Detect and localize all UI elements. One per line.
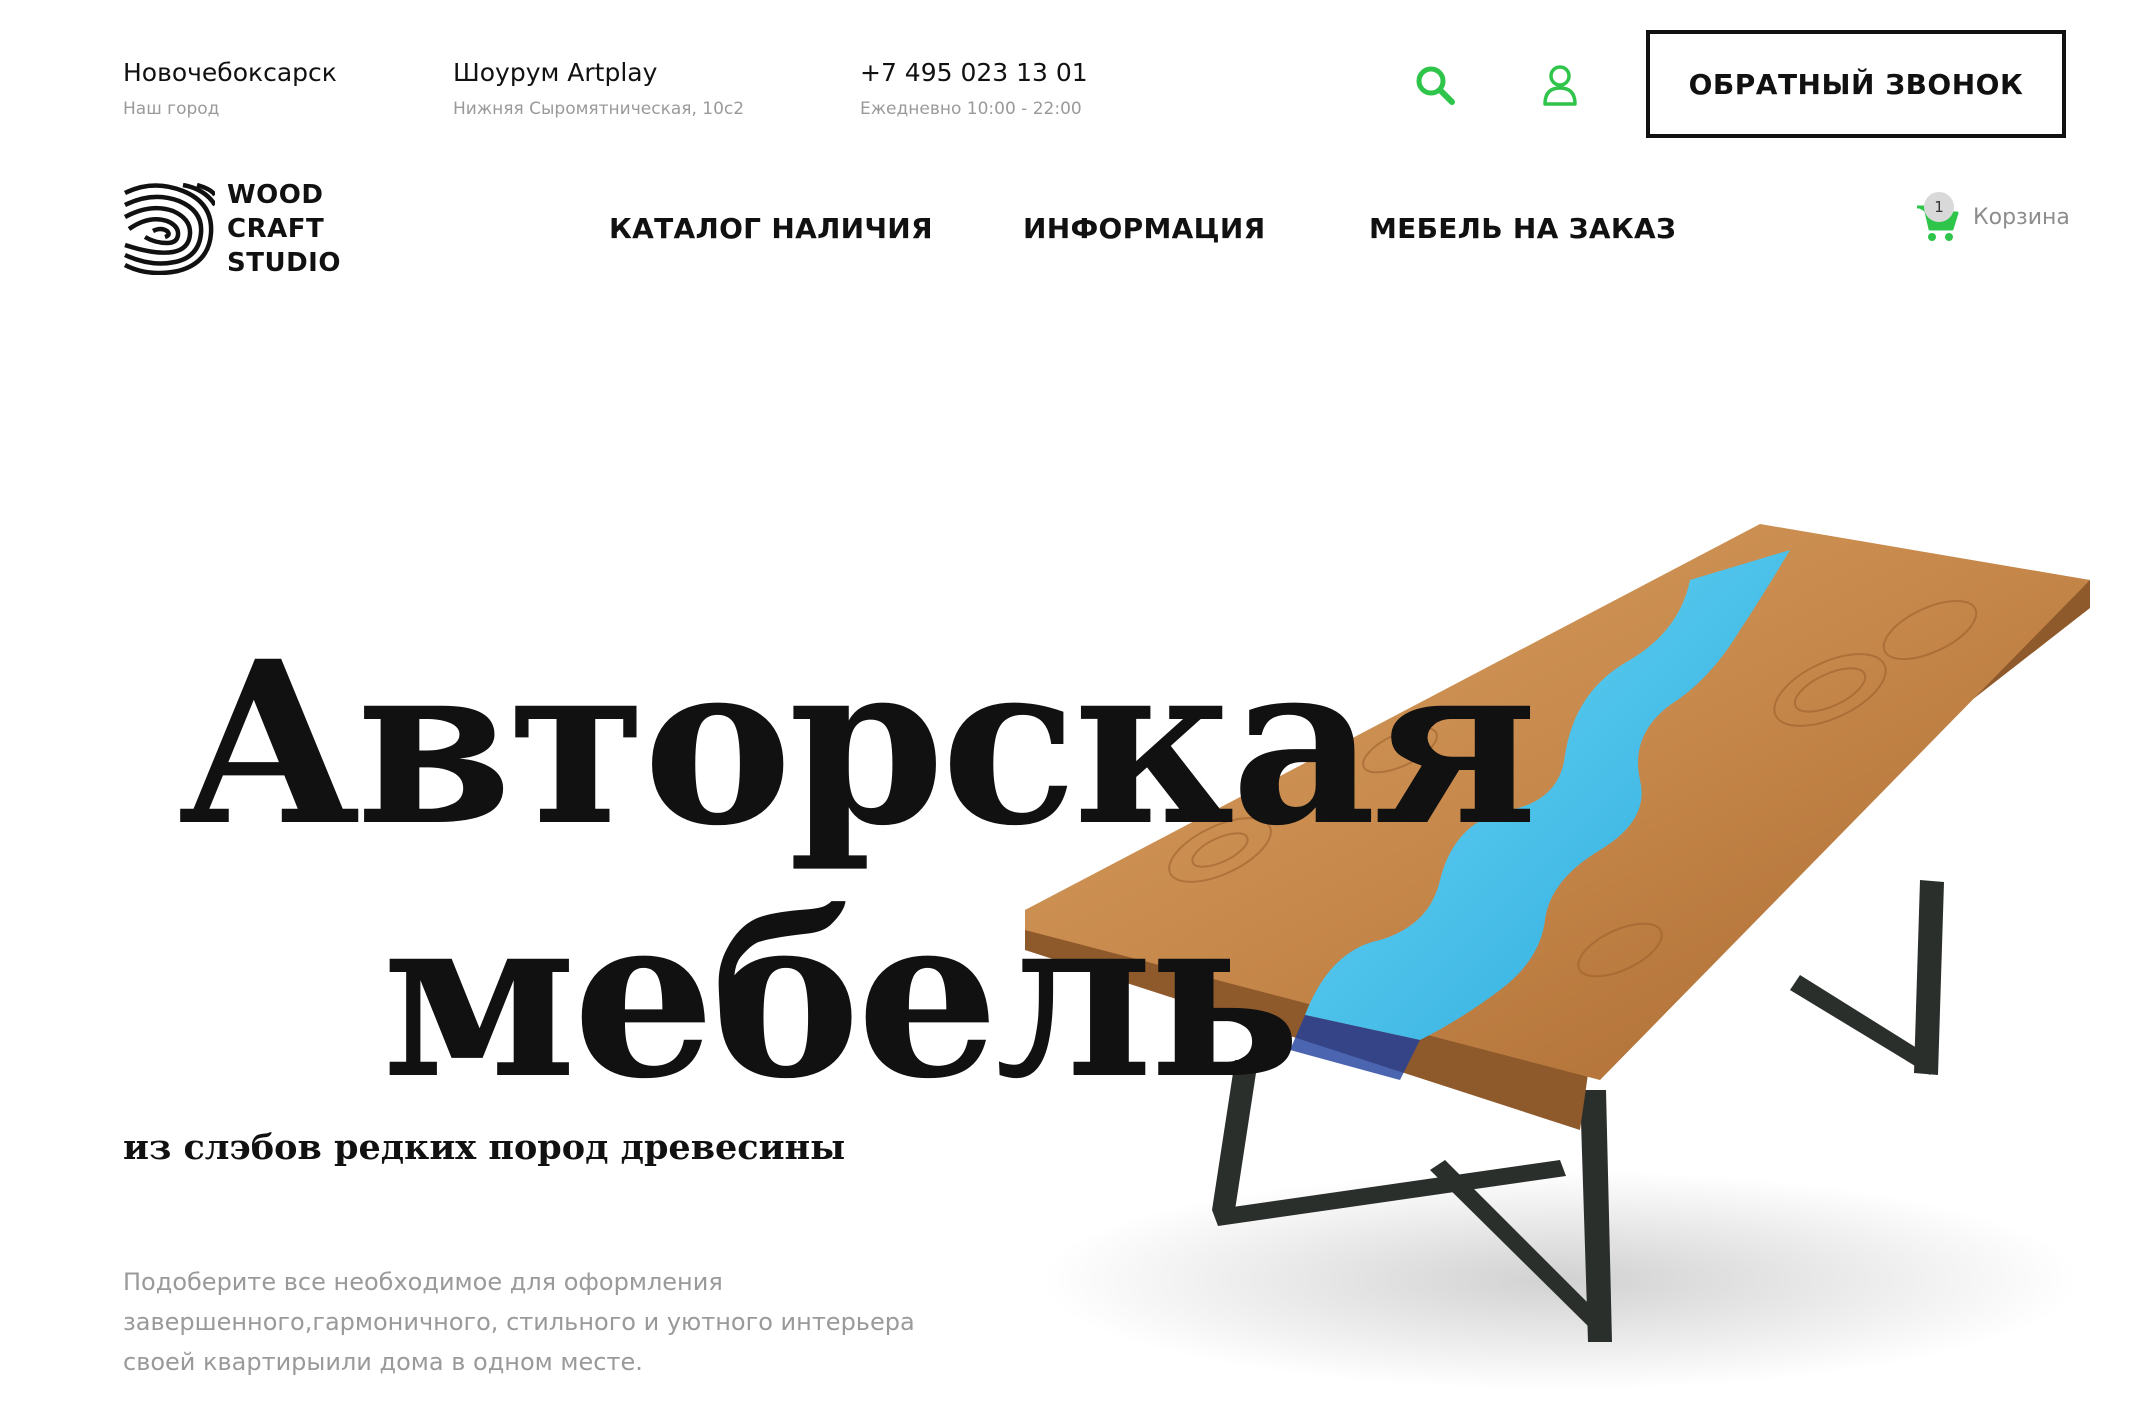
city-caption: Наш город [123,99,220,119]
showroom-address: Нижняя Сыромятническая, 10с2 [453,99,745,119]
nav-custom-furniture[interactable]: МЕБЕЛЬ НА ЗАКАЗ [1369,212,1676,245]
logo[interactable]: WOOD CRAFT STUDIO [123,178,341,280]
hero-title-line-1: Авторская [178,612,1538,875]
cart-count-badge: 1 [1924,192,1954,222]
city-block[interactable]: Новочебоксарск Наш город [123,58,337,119]
cart-label[interactable]: Корзина [1973,205,2070,230]
logo-line-3: STUDIO [227,248,341,278]
phone-block[interactable]: +7 495 023 13 01 Ежедневно 10:00 - 22:00 [860,58,1088,119]
hero-title-line-2: мебель [382,865,1301,1128]
logo-wordmark: WOOD CRAFT STUDIO [227,178,341,280]
account-button[interactable] [1530,55,1590,115]
hero-description: Подоберите все необходимое для оформлени… [123,1268,915,1376]
search-button[interactable] [1405,55,1465,115]
showroom-block: Шоурум Artplay Нижняя Сыромятническая, 1… [453,58,744,119]
working-hours: Ежедневно 10:00 - 22:00 [860,99,1082,119]
search-icon [1416,66,1455,105]
nav-information[interactable]: ИНФОРМАЦИЯ [1023,212,1265,245]
user-icon [1543,65,1577,106]
wood-rings-logo-icon [123,183,215,275]
showroom-name: Шоурум Artplay [453,58,658,87]
city-name: Новочебоксарск [123,58,337,87]
callback-button[interactable]: ОБРАТНЫЙ ЗВОНОК [1646,30,2066,138]
logo-line-1: WOOD [227,180,324,210]
nav-catalog[interactable]: КАТАЛОГ НАЛИЧИЯ [609,212,933,245]
phone-number[interactable]: +7 495 023 13 01 [860,58,1088,87]
hero-subtitle: из слэбов редких пород древесины [123,1127,846,1168]
logo-line-2: CRAFT [227,214,325,244]
